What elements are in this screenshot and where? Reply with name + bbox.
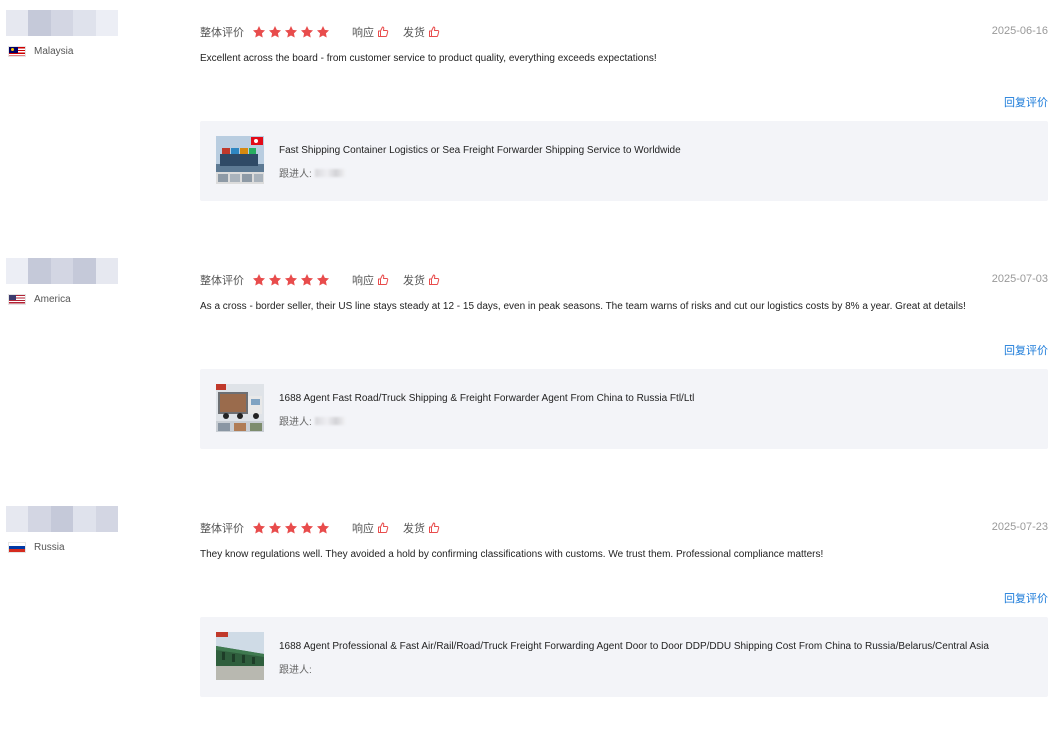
star-icon xyxy=(252,26,266,38)
avatar xyxy=(6,258,118,284)
shipping-rating: 发货 xyxy=(403,520,440,536)
avatar xyxy=(6,506,118,532)
overall-rating-label: 整体评价 xyxy=(200,275,244,287)
review-item: Russia 整体评价 响应 发货 2025-07-23 They know r… xyxy=(0,496,1059,744)
shipping-label: 发货 xyxy=(403,27,425,39)
rating-row: 整体评价 响应 发货 xyxy=(200,272,454,288)
followup-person: 跟进人: xyxy=(279,165,345,180)
star-icon xyxy=(268,522,282,534)
star-icon xyxy=(316,26,330,38)
followup-person: 跟进人: xyxy=(279,661,312,676)
shipping-rating: 发货 xyxy=(403,272,440,288)
star-icon xyxy=(284,274,298,286)
country-label: Malaysia xyxy=(34,45,74,57)
product-title[interactable]: 1688 Agent Fast Road/Truck Shipping & Fr… xyxy=(279,393,694,404)
review-text: They know regulations well. They avoided… xyxy=(200,549,824,560)
product-card[interactable]: Fast Shipping Container Logistics or Sea… xyxy=(200,121,1048,201)
thumbs-up-icon xyxy=(429,522,440,533)
product-card[interactable]: 1688 Agent Professional & Fast Air/Rail/… xyxy=(200,617,1048,697)
train-image[interactable] xyxy=(216,632,264,680)
thumbs-up-icon xyxy=(429,26,440,37)
response-rating: 响应 xyxy=(352,272,389,288)
star-icon xyxy=(268,26,282,38)
followup-person: 跟进人: xyxy=(279,413,345,428)
star-icon xyxy=(284,522,298,534)
shipping-label: 发货 xyxy=(403,523,425,535)
thumbs-up-icon xyxy=(429,274,440,285)
followup-label: 跟进人: xyxy=(279,417,312,428)
followup-label: 跟进人: xyxy=(279,665,312,676)
review-text: As a cross - border seller, their US lin… xyxy=(200,301,966,312)
shipping-rating: 发货 xyxy=(403,24,440,40)
review-item: Malaysia 整体评价 响应 发货 2025-06-16 Excellent… xyxy=(0,0,1059,248)
reply-review-link[interactable]: 回复评价 xyxy=(1004,342,1048,358)
overall-rating-label: 整体评价 xyxy=(200,523,244,535)
star-icon xyxy=(252,274,266,286)
thumbs-up-icon xyxy=(378,522,389,533)
product-title[interactable]: Fast Shipping Container Logistics or Sea… xyxy=(279,145,681,156)
reply-review-link[interactable]: 回复评价 xyxy=(1004,94,1048,110)
star-icon xyxy=(316,522,330,534)
reviewer-country: Russia xyxy=(8,541,65,553)
rating-row: 整体评价 响应 发货 xyxy=(200,520,454,536)
rating-row: 整体评价 响应 发货 xyxy=(200,24,454,40)
response-label: 响应 xyxy=(352,275,374,287)
review-date: 2025-07-03 xyxy=(991,273,1048,285)
reviewer-country: Malaysia xyxy=(8,45,73,57)
response-rating: 响应 xyxy=(352,520,389,536)
star-icon xyxy=(300,26,314,38)
reply-review-link[interactable]: 回复评价 xyxy=(1004,590,1048,606)
malaysia-flag-icon xyxy=(8,45,26,57)
star-icon xyxy=(300,522,314,534)
container-ship-image[interactable] xyxy=(216,136,264,184)
country-label: Russia xyxy=(34,541,65,553)
star-rating xyxy=(252,273,332,287)
thumbs-up-icon xyxy=(378,26,389,37)
response-label: 响应 xyxy=(352,27,374,39)
country-label: America xyxy=(34,293,71,305)
review-text: Excellent across the board - from custom… xyxy=(200,53,657,64)
review-item: America 整体评价 响应 发货 2025-07-03 As a cross… xyxy=(0,248,1059,496)
response-rating: 响应 xyxy=(352,24,389,40)
star-icon xyxy=(300,274,314,286)
overall-rating-label: 整体评价 xyxy=(200,27,244,39)
star-icon xyxy=(268,274,282,286)
star-rating xyxy=(252,521,332,535)
followup-name-redacted xyxy=(314,168,345,177)
reviewer-country: America xyxy=(8,293,71,305)
thumbs-up-icon xyxy=(378,274,389,285)
followup-label: 跟进人: xyxy=(279,169,312,180)
review-date: 2025-07-23 xyxy=(991,521,1048,533)
review-date: 2025-06-16 xyxy=(991,25,1048,37)
russia-flag-icon xyxy=(8,541,26,553)
star-rating xyxy=(252,25,332,39)
truck-image[interactable] xyxy=(216,384,264,432)
response-label: 响应 xyxy=(352,523,374,535)
product-title[interactable]: 1688 Agent Professional & Fast Air/Rail/… xyxy=(279,641,989,652)
star-icon xyxy=(284,26,298,38)
shipping-label: 发货 xyxy=(403,275,425,287)
followup-name-redacted xyxy=(314,416,345,425)
product-card[interactable]: 1688 Agent Fast Road/Truck Shipping & Fr… xyxy=(200,369,1048,449)
usa-flag-icon xyxy=(8,293,26,305)
star-icon xyxy=(252,522,266,534)
avatar xyxy=(6,10,118,36)
star-icon xyxy=(316,274,330,286)
